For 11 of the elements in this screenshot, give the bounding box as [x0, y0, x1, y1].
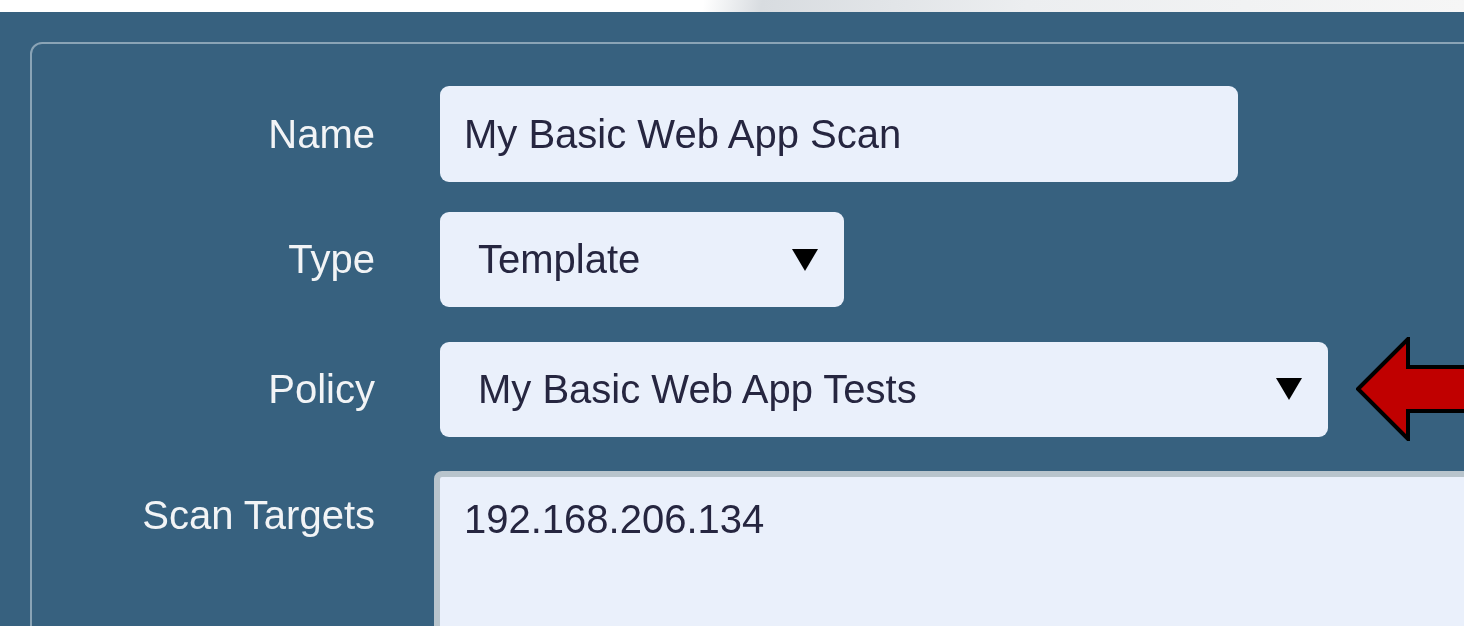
- field-label: Type: [287, 237, 375, 282]
- dropdown-caret-icon: [1276, 378, 1302, 400]
- scan-targets-field[interactable]: 192.168.206.134: [434, 471, 1464, 626]
- field-label: Scan Targets: [141, 493, 375, 538]
- dropdown-select[interactable]: My Basic Web App Tests: [440, 341, 1328, 437]
- name-field[interactable]: My Basic Web App Scan: [440, 86, 1238, 182]
- dropdown-select[interactable]: Template: [440, 212, 844, 307]
- arrow-left-icon: [1356, 337, 1464, 441]
- field-label: Name: [267, 111, 375, 157]
- field-label: Policy: [267, 366, 375, 412]
- dropdown-caret-icon: [792, 248, 818, 271]
